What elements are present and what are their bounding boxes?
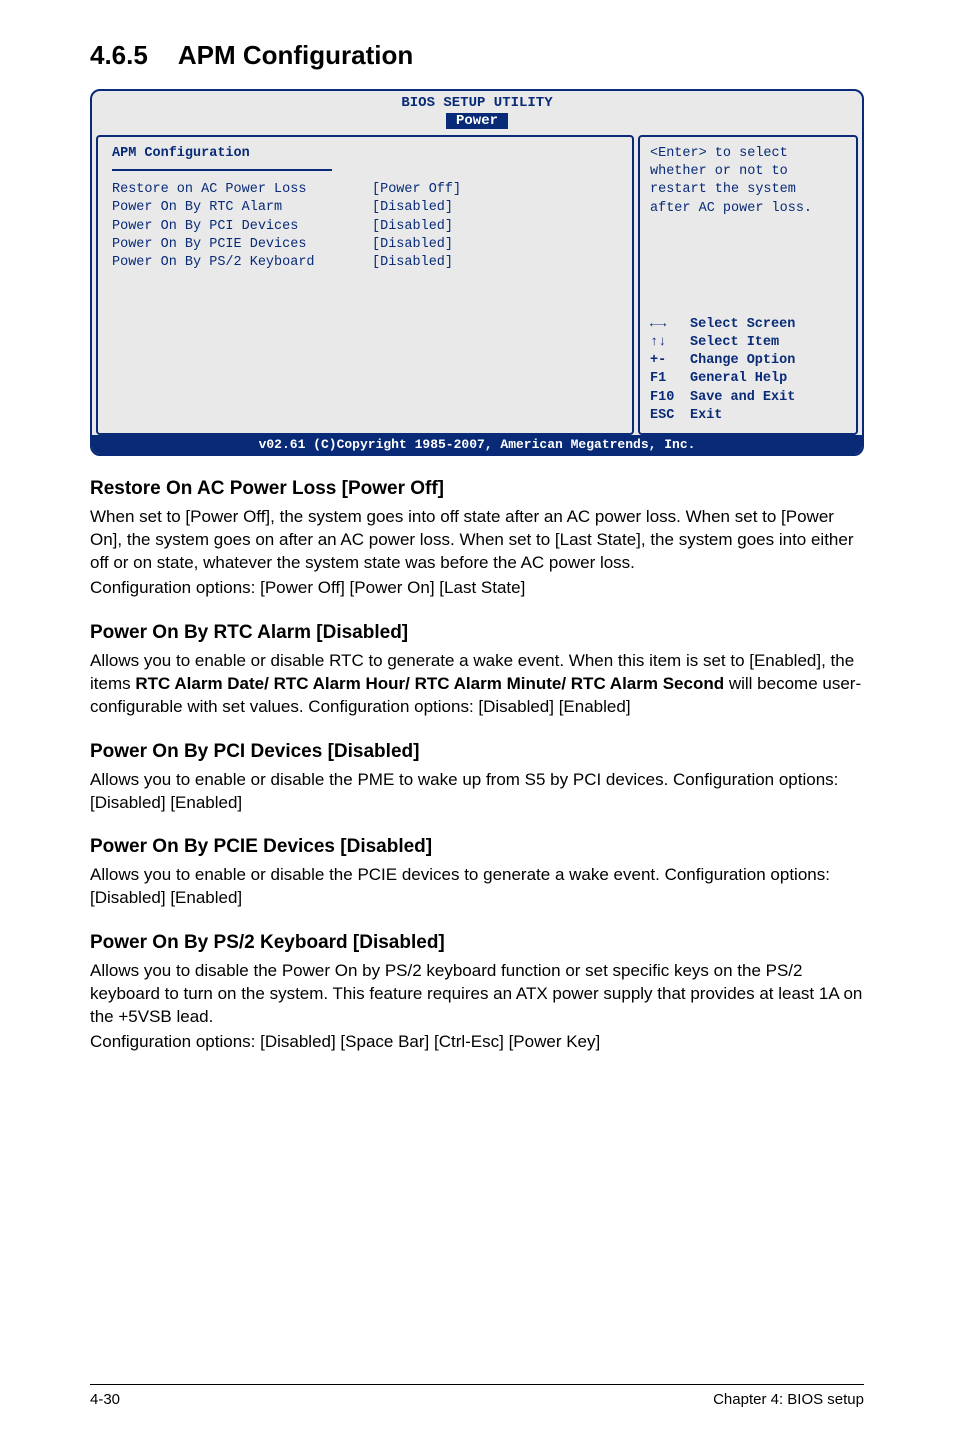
- cfg-label: Power On By RTC Alarm: [112, 199, 372, 217]
- nav-label: Select Item: [690, 334, 779, 352]
- text-bold: RTC Alarm Date/ RTC Alarm Hour/ RTC Alar…: [135, 674, 724, 693]
- cfg-value: [Disabled]: [372, 218, 453, 236]
- nav-key-f10: F10: [650, 389, 690, 407]
- cfg-row: Power On By PCIE Devices [Disabled]: [112, 236, 618, 254]
- cfg-value: [Power Off]: [372, 181, 461, 199]
- nav-label: Save and Exit: [690, 389, 795, 407]
- body-text: Allows you to disable the Power On by PS…: [90, 960, 864, 1029]
- section-title: APM Configuration: [178, 40, 413, 70]
- bios-help-text: <Enter> to select whether or not to rest…: [650, 145, 846, 218]
- cfg-label: Power On By PS/2 Keyboard: [112, 254, 372, 272]
- nav-key-arrows-lr-icon: ←→: [650, 316, 690, 334]
- cfg-label: Power On By PCIE Devices: [112, 236, 372, 254]
- cfg-value: [Disabled]: [372, 254, 453, 272]
- body-text: Allows you to enable or disable the PCIE…: [90, 864, 864, 910]
- bios-nav-help: ←→Select Screen ↑↓Select Item +-Change O…: [650, 316, 846, 425]
- body-text: Configuration options: [Disabled] [Space…: [90, 1031, 864, 1054]
- bios-titlebar: BIOS SETUP UTILITY Power: [92, 91, 862, 129]
- chapter-label: Chapter 4: BIOS setup: [713, 1391, 864, 1408]
- cfg-value: [Disabled]: [372, 236, 453, 254]
- nav-label: Change Option: [690, 352, 795, 370]
- page-number: 4-30: [90, 1391, 120, 1408]
- nav-label: Exit: [690, 407, 722, 425]
- body-text: Allows you to enable or disable the PME …: [90, 769, 864, 815]
- nav-key-esc: ESC: [650, 407, 690, 425]
- bios-left-pane: APM Configuration Restore on AC Power Lo…: [96, 135, 634, 435]
- bios-screenshot: BIOS SETUP UTILITY Power APM Configurati…: [90, 89, 864, 456]
- subheading-pcie: Power On By PCIE Devices [Disabled]: [90, 836, 864, 858]
- body-text: Configuration options: [Power Off] [Powe…: [90, 577, 864, 600]
- cfg-row: Power On By PCI Devices [Disabled]: [112, 218, 618, 236]
- section-heading: 4.6.5 APM Configuration: [90, 40, 864, 71]
- nav-label: General Help: [690, 370, 787, 388]
- nav-key-arrows-ud-icon: ↑↓: [650, 334, 690, 352]
- section-number: 4.6.5: [90, 40, 148, 71]
- body-text: Allows you to enable or disable RTC to g…: [90, 650, 864, 719]
- bios-title: BIOS SETUP UTILITY: [401, 95, 552, 111]
- cfg-label: Power On By PCI Devices: [112, 218, 372, 236]
- page-footer: 4-30 Chapter 4: BIOS setup: [90, 1384, 864, 1408]
- help-line: restart the system: [650, 181, 846, 199]
- nav-key-f1: F1: [650, 370, 690, 388]
- cfg-value: [Disabled]: [372, 199, 453, 217]
- subheading-rtc-alarm: Power On By RTC Alarm [Disabled]: [90, 622, 864, 644]
- subheading-restore-ac: Restore On AC Power Loss [Power Off]: [90, 478, 864, 500]
- body-text: When set to [Power Off], the system goes…: [90, 506, 864, 575]
- cfg-row: Power On By RTC Alarm [Disabled]: [112, 199, 618, 217]
- help-line: <Enter> to select: [650, 145, 846, 163]
- bios-right-pane: <Enter> to select whether or not to rest…: [638, 135, 858, 435]
- subheading-ps2: Power On By PS/2 Keyboard [Disabled]: [90, 932, 864, 954]
- bios-footer: v02.61 (C)Copyright 1985-2007, American …: [92, 435, 862, 454]
- nav-label: Select Screen: [690, 316, 795, 334]
- nav-key-plusminus: +-: [650, 352, 690, 370]
- help-line: after AC power loss.: [650, 200, 846, 218]
- divider: [112, 169, 332, 171]
- subheading-pci: Power On By PCI Devices [Disabled]: [90, 741, 864, 763]
- cfg-label: Restore on AC Power Loss: [112, 181, 372, 199]
- cfg-row: Restore on AC Power Loss [Power Off]: [112, 181, 618, 199]
- bios-tab-power: Power: [446, 113, 508, 129]
- cfg-row: Power On By PS/2 Keyboard [Disabled]: [112, 254, 618, 272]
- help-line: whether or not to: [650, 163, 846, 181]
- bios-panel-title: APM Configuration: [112, 145, 618, 163]
